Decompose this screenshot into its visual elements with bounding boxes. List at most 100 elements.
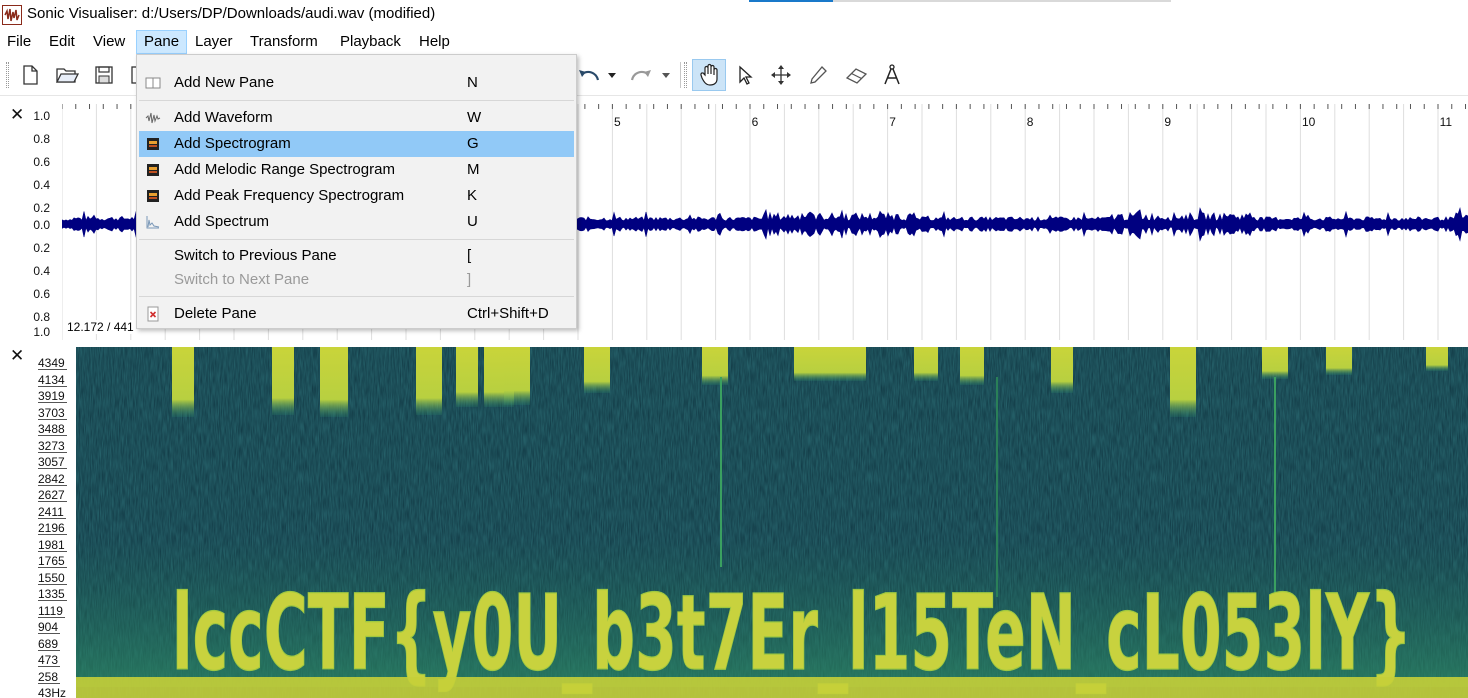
- frequency-label: 4134: [38, 373, 67, 387]
- menu-item-shortcut: N: [467, 74, 478, 91]
- pane-menu-dropdown: Add New Pane N Add Waveform W Add Spectr…: [136, 54, 577, 329]
- menu-item-label: Switch to Previous Pane: [174, 247, 337, 264]
- undo-icon[interactable]: [575, 61, 603, 89]
- high-band: [1262, 347, 1288, 379]
- high-band: [584, 347, 610, 393]
- menu-item-shortcut: ]: [467, 271, 472, 288]
- high-band: [1326, 347, 1352, 375]
- frequency-label: 1335: [38, 587, 67, 601]
- frequency-label: 904: [38, 620, 61, 634]
- frequency-label: 689: [38, 637, 61, 651]
- menu-item-label: Add Spectrum: [174, 213, 270, 230]
- menu-item-label: Add Melodic Range Spectrogram: [174, 161, 395, 178]
- peak-spectrogram-icon: [145, 188, 161, 204]
- new-file-icon[interactable]: [16, 61, 44, 89]
- new-pane-icon: [145, 75, 161, 91]
- menu-item-add-new-pane[interactable]: Add New Pane N: [139, 70, 574, 96]
- spectrogram-low-band: [76, 677, 1468, 698]
- menu-item-shortcut: W: [467, 109, 482, 126]
- navigate-hand-icon[interactable]: [692, 59, 726, 91]
- menu-item-switch-to-previous-pane[interactable]: Switch to Previous Pane [: [139, 243, 574, 269]
- high-band: [914, 347, 938, 381]
- spectrogram-pane-close-icon[interactable]: ✕: [10, 347, 24, 364]
- menu-item-shortcut: K: [467, 187, 478, 204]
- menu-item-add-peak-frequency-spectrogram[interactable]: Add Peak Frequency Spectrogram K: [139, 183, 574, 209]
- frequency-label: 2627: [38, 488, 67, 502]
- menu-item-shortcut: Ctrl+Shift+D: [467, 305, 549, 322]
- menu-item-switch-to-next-pane[interactable]: Switch to Next Pane ]: [139, 267, 574, 293]
- toolbar-grip-2[interactable]: [684, 62, 687, 88]
- frequency-label: 3703: [38, 406, 67, 420]
- measure-compass-icon[interactable]: [878, 61, 906, 89]
- time-label: 10: [1302, 115, 1316, 129]
- wave-scale-label: 0.6: [33, 155, 50, 169]
- frequency-label: 3273: [38, 439, 67, 453]
- wave-scale-label: 0.2: [33, 241, 50, 255]
- high-band: [320, 347, 348, 417]
- frequency-label: 258: [38, 670, 61, 684]
- select-arrow-icon[interactable]: [730, 61, 758, 89]
- frequency-label: 3919: [38, 389, 67, 403]
- melodic-spectrogram-icon: [145, 162, 161, 178]
- redo-icon[interactable]: [627, 61, 655, 89]
- wave-scale-label: 1.0: [33, 325, 50, 339]
- vertical-streak: [996, 377, 998, 597]
- high-band: [456, 347, 478, 407]
- window-title: Sonic Visualiser: d:/Users/DP/Downloads/…: [27, 5, 436, 22]
- menu-edit[interactable]: Edit: [42, 30, 82, 54]
- vertical-streak: [720, 377, 722, 567]
- draw-pencil-icon[interactable]: [804, 61, 832, 89]
- waveform-icon: [145, 110, 161, 126]
- erase-icon[interactable]: [842, 61, 870, 89]
- redo-dropdown-icon[interactable]: [657, 61, 675, 89]
- time-label: 6: [752, 115, 759, 129]
- time-label: 7: [889, 115, 896, 129]
- wave-scale-label: 0.2: [33, 201, 50, 215]
- title-bar: Sonic Visualiser: d:/Users/DP/Downloads/…: [0, 0, 1468, 30]
- wave-scale-label: 0.6: [33, 287, 50, 301]
- app-logo-icon: [2, 5, 22, 25]
- high-band: [960, 347, 984, 385]
- frequency-label: 43Hz: [38, 686, 67, 698]
- menu-item-shortcut: G: [467, 135, 479, 152]
- menu-layer[interactable]: Layer: [188, 30, 240, 54]
- waveform-scale: 1.0 0.8 0.6 0.4 0.2 0.0 0.2 0.4 0.6 0.8 …: [28, 100, 62, 340]
- menu-help[interactable]: Help: [412, 30, 457, 54]
- frequency-label: 4349: [38, 356, 67, 370]
- spectrogram-canvas[interactable]: lccCTF{y0U_b3t7Er_l15TeN_cL053lY}: [76, 347, 1468, 698]
- frequency-label: 1765: [38, 554, 67, 568]
- save-icon[interactable]: [90, 61, 118, 89]
- menu-item-shortcut: [: [467, 247, 472, 264]
- undo-dropdown-icon[interactable]: [603, 61, 621, 89]
- frequency-label: 1981: [38, 538, 67, 552]
- menu-view[interactable]: View: [86, 30, 132, 54]
- open-folder-icon[interactable]: [53, 61, 81, 89]
- frequency-label: 2196: [38, 521, 67, 535]
- menu-item-label: Switch to Next Pane: [174, 271, 310, 288]
- menu-transform[interactable]: Transform: [243, 30, 325, 54]
- menu-item-label: Add New Pane: [174, 74, 275, 91]
- menu-item-add-melodic-range-spectrogram[interactable]: Add Melodic Range Spectrogram M: [139, 157, 574, 183]
- time-readout: 12.172 / 441: [65, 320, 136, 334]
- move-cross-icon[interactable]: [767, 61, 795, 89]
- menu-item-add-spectrogram[interactable]: Add Spectrogram G: [139, 131, 574, 157]
- title-accent-bar: [749, 0, 833, 2]
- menu-playback[interactable]: Playback: [333, 30, 408, 54]
- waveform-pane-close-icon[interactable]: ✕: [10, 106, 24, 123]
- wave-scale-label: 0.8: [33, 310, 50, 324]
- toolbar-grip[interactable]: [6, 62, 9, 88]
- wave-scale-label: 0.8: [33, 132, 50, 146]
- vertical-streak: [1274, 377, 1276, 597]
- menu-separator: [139, 296, 574, 297]
- menu-item-delete-pane[interactable]: Delete Pane Ctrl+Shift+D: [139, 301, 574, 327]
- menu-item-add-waveform[interactable]: Add Waveform W: [139, 105, 574, 131]
- high-band: [1426, 347, 1448, 371]
- frequency-label: 3488: [38, 422, 67, 436]
- menu-separator: [139, 239, 574, 240]
- high-band: [794, 347, 866, 381]
- menu-pane[interactable]: Pane: [136, 30, 188, 54]
- menu-item-add-spectrum[interactable]: Add Spectrum U: [139, 209, 574, 235]
- toolbar-separator: [680, 62, 681, 88]
- spectrogram-icon: [145, 136, 161, 152]
- menu-file[interactable]: File: [0, 30, 38, 54]
